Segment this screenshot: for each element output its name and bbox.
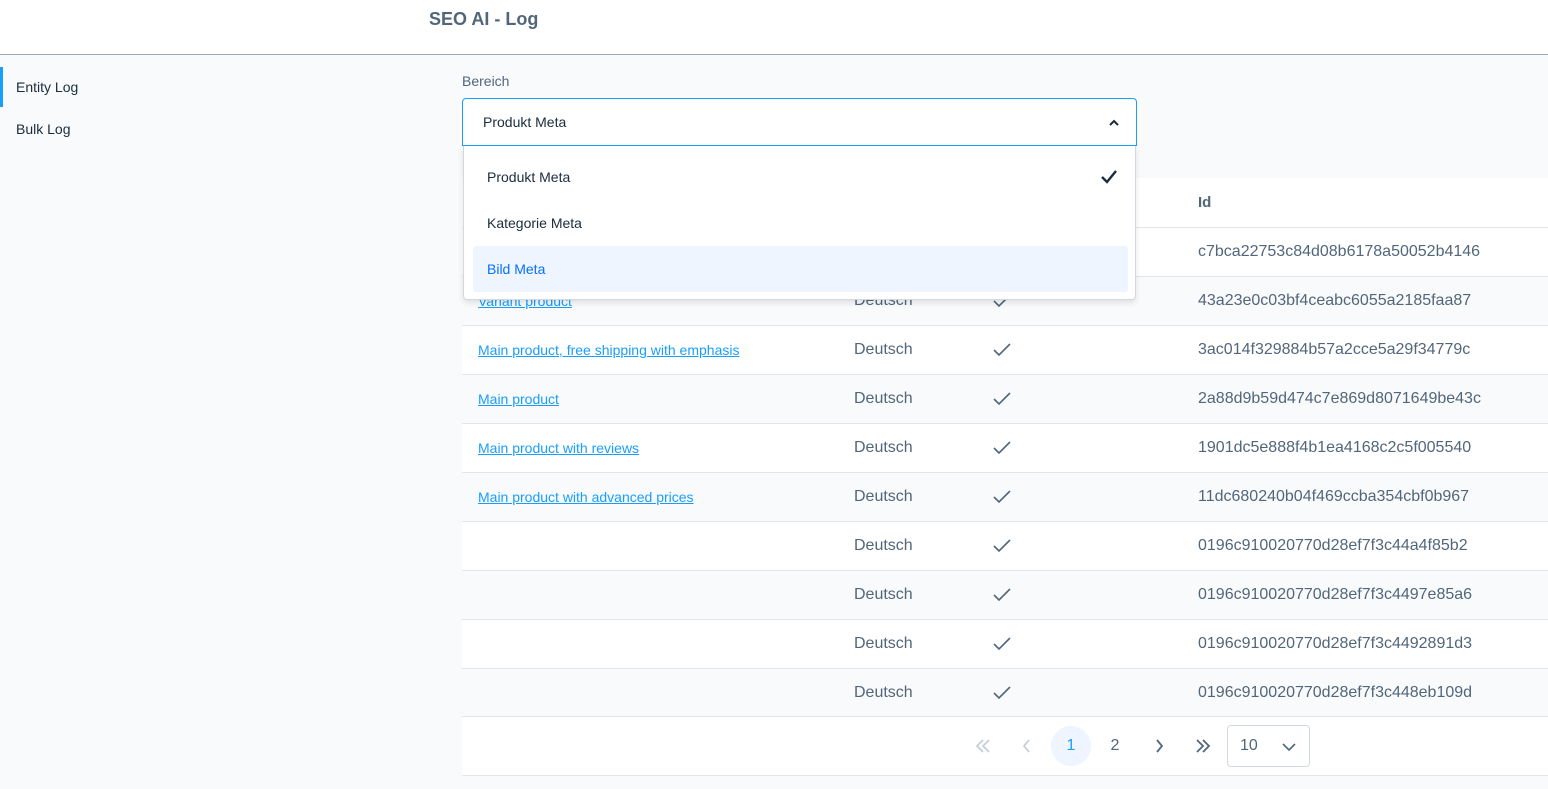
per-page-value: 10 [1240, 737, 1258, 754]
pagination: 1 2 10 [462, 716, 1548, 776]
table-row: Main product with advanced prices Deutsch… [462, 472, 1548, 521]
table-row: Main product with reviews Deutsch 1901dc5e… [462, 423, 1548, 472]
entity-name-link[interactable]: Main product with reviews [478, 424, 639, 472]
id-cell: c7bca22753c84d08b6178a50052b4146 [1198, 243, 1481, 260]
sidebar-item-label: Bulk Log [16, 121, 71, 137]
language-cell: Deutsch [854, 537, 913, 554]
language-cell: Deutsch [854, 390, 913, 407]
option-bild-meta[interactable]: Bild Meta [473, 246, 1128, 292]
check-icon [993, 686, 1011, 700]
language-cell: Deutsch [854, 684, 913, 701]
page-button-2[interactable]: 2 [1096, 726, 1134, 766]
per-page-select[interactable]: 10 [1227, 725, 1310, 767]
language-cell: Deutsch [854, 341, 913, 358]
check-icon [993, 392, 1011, 406]
bereich-select-value: Produkt Meta [483, 114, 567, 130]
entity-name-link[interactable]: Main product [478, 375, 559, 423]
id-cell: 3ac014f329884b57a2cce5a29f34779c [1198, 341, 1471, 358]
check-icon [993, 441, 1011, 455]
entity-name-link[interactable]: Main product, free shipping with emphasi… [478, 326, 739, 374]
chevron-left-icon [1022, 739, 1030, 753]
chevron-down-icon [1282, 743, 1296, 752]
id-cell: 2a88d9b59d474c7e869d8071649be43c [1198, 390, 1481, 407]
id-cell: 0196c910020770d28ef7f3c44a4f85b2 [1198, 537, 1468, 554]
option-produkt-meta[interactable]: Produkt Meta [473, 154, 1128, 200]
check-icon [993, 637, 1011, 651]
table-row: Deutsch 0196c910020770d28ef7f3c4497e85a6 [462, 570, 1548, 619]
sidebar-item-entity-log[interactable]: Entity Log [0, 67, 300, 107]
chevron-up-icon [1109, 119, 1119, 126]
id-cell: 0196c910020770d28ef7f3c4497e85a6 [1198, 586, 1473, 603]
id-cell: 43a23e0c03bf4ceabc6055a2185faa87 [1198, 292, 1472, 309]
language-cell: Deutsch [854, 488, 913, 505]
checkmark-icon [1101, 170, 1117, 184]
language-cell: Deutsch [854, 439, 913, 456]
check-icon [993, 343, 1011, 357]
bereich-dropdown: Produkt Meta Kategorie Meta Bild Meta [463, 146, 1136, 300]
column-header-id[interactable]: Id [1198, 178, 1211, 227]
first-page-button[interactable] [964, 726, 1002, 766]
option-kategorie-meta[interactable]: Kategorie Meta [473, 200, 1128, 246]
id-cell: 0196c910020770d28ef7f3c448eb109d [1198, 684, 1473, 701]
table-row: Deutsch 0196c910020770d28ef7f3c448eb109d [462, 668, 1548, 717]
page-button-1[interactable]: 1 [1051, 726, 1091, 766]
entity-name-link[interactable]: Main product with advanced prices [478, 473, 694, 521]
page-title: SEO AI - Log [429, 9, 539, 29]
previous-page-button[interactable] [1008, 726, 1046, 766]
option-label: Produkt Meta [487, 169, 571, 185]
top-bar: SEO AI - Log [0, 0, 1548, 55]
option-label: Kategorie Meta [487, 215, 582, 231]
sidebar-item-label: Entity Log [16, 79, 79, 95]
language-cell: Deutsch [854, 635, 913, 652]
id-cell: 0196c910020770d28ef7f3c4492891d3 [1198, 635, 1473, 652]
table-row: Main product Deutsch 2a88d9b59d474c7e869d8… [462, 374, 1548, 423]
sidebar-item-bulk-log[interactable]: Bulk Log [0, 109, 300, 149]
id-cell: 1901dc5e888f4b1ea4168c2c5f005540 [1198, 439, 1472, 456]
id-cell: 11dc680240b04f469ccba354cbf0b967 [1198, 488, 1470, 505]
table-row: Deutsch 0196c910020770d28ef7f3c44a4f85b2 [462, 521, 1548, 570]
table-row: Main product, free shipping with emphasi… [462, 325, 1548, 374]
bereich-select[interactable]: Produkt Meta [462, 98, 1137, 146]
chevron-right-icon [1156, 739, 1164, 753]
check-icon [993, 588, 1011, 602]
option-label: Bild Meta [487, 261, 546, 277]
language-cell: Deutsch [854, 586, 913, 603]
check-icon [993, 490, 1011, 504]
check-icon [993, 539, 1011, 553]
double-chevron-left-icon [975, 739, 990, 753]
double-chevron-right-icon [1196, 739, 1211, 753]
last-page-button[interactable] [1184, 726, 1222, 766]
table-row: Deutsch 0196c910020770d28ef7f3c4492891d3 [462, 619, 1548, 668]
bereich-label: Bereich [462, 73, 510, 89]
next-page-button[interactable] [1140, 726, 1178, 766]
